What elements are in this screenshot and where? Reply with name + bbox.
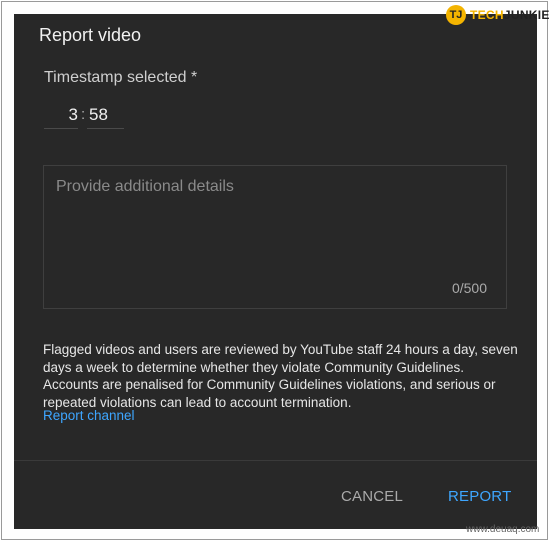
logo-text-tech: TECH [470,8,504,22]
dialog-title: Report video [39,25,142,45]
timestamp-label: Timestamp selected * [44,69,198,86]
techjunkie-wordmark: TECHJUNKIE [470,8,549,22]
footer-divider [14,460,537,461]
watermark-text: www.deuaq.com [466,524,540,535]
additional-details-textarea[interactable]: Provide additional details 0/500 [43,165,507,309]
timestamp-seconds-input[interactable]: 58 [87,102,124,129]
character-counter: 0/500 [451,280,487,296]
cancel-button[interactable]: CANCEL [341,488,403,505]
report-video-dialog: Report video Timestamp selected * 3 : 58… [14,14,537,529]
report-button[interactable]: REPORT [448,488,511,505]
logo-text-junkie: JUNKIE [503,8,549,22]
timestamp-separator: : [81,106,86,123]
techjunkie-logo: TJ TECHJUNKIE [446,5,549,25]
details-placeholder: Provide additional details [56,178,234,195]
review-policy-text: Flagged videos and users are reviewed by… [43,342,518,410]
timestamp-minutes-input[interactable]: 3 [44,102,78,129]
techjunkie-badge-icon: TJ [446,5,466,25]
report-channel-link[interactable]: Report channel [43,408,135,423]
screenshot-frame: Report video Timestamp selected * 3 : 58… [1,1,549,540]
